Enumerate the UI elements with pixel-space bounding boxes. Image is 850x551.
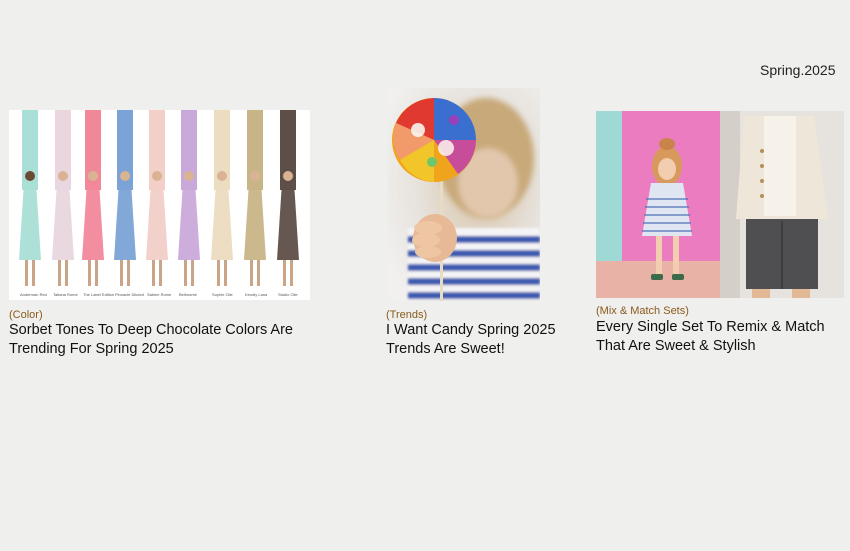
swatch-caption: The Label Edition [83, 292, 114, 297]
swatch-caption: Sophie Olie [212, 292, 233, 297]
article-image-color[interactable]: Anderman Red Tatiana Rome The Label Editio… [9, 110, 310, 300]
child-holding-lollipop-image [388, 88, 540, 301]
article-title-line[interactable]: Sorbet Tones To Deep Chocolate Colors Ar… [9, 321, 293, 340]
swatch-caption: Bellmonte [179, 292, 198, 297]
runway-color-swatches-image: Anderman Red Tatiana Rome The Label Editio… [9, 110, 310, 300]
article-category-trends[interactable]: (Trends) [386, 309, 427, 321]
article-title-color[interactable]: Sorbet Tones To Deep Chocolate Colors Ar… [9, 321, 293, 359]
article-title-line[interactable]: Every Single Set To Remix & Match [596, 318, 825, 337]
swatch-caption: Sabine Rome [147, 292, 172, 297]
article-image-sets[interactable] [596, 111, 844, 298]
swatch-caption: Kendly Lana [245, 292, 268, 297]
article-title-line[interactable]: That Are Sweet & Stylish [596, 337, 825, 356]
swatch-caption: Pinnacle Diluted [115, 292, 144, 297]
article-category-color[interactable]: (Color) [9, 309, 43, 321]
article-title-trends[interactable]: I Want Candy Spring 2025 Trends Are Swee… [386, 321, 556, 359]
swatch-caption: Tatiana Rome [53, 292, 78, 297]
swatch-caption: Anderman Red [20, 292, 47, 297]
article-title-line[interactable]: Trends Are Sweet! [386, 340, 556, 359]
article-title-line[interactable]: I Want Candy Spring 2025 [386, 321, 556, 340]
article-category-sets[interactable]: (Mix & Match Sets) [596, 305, 689, 317]
article-image-trends[interactable] [388, 88, 540, 301]
swatch-caption: Studio Olie [278, 292, 298, 297]
article-title-sets[interactable]: Every Single Set To Remix & Match That A… [596, 318, 825, 356]
season-label: Spring.2025 [760, 62, 836, 78]
article-title-line[interactable]: Trending For Spring 2025 [9, 340, 293, 359]
kids-fashion-sets-image [596, 111, 844, 298]
